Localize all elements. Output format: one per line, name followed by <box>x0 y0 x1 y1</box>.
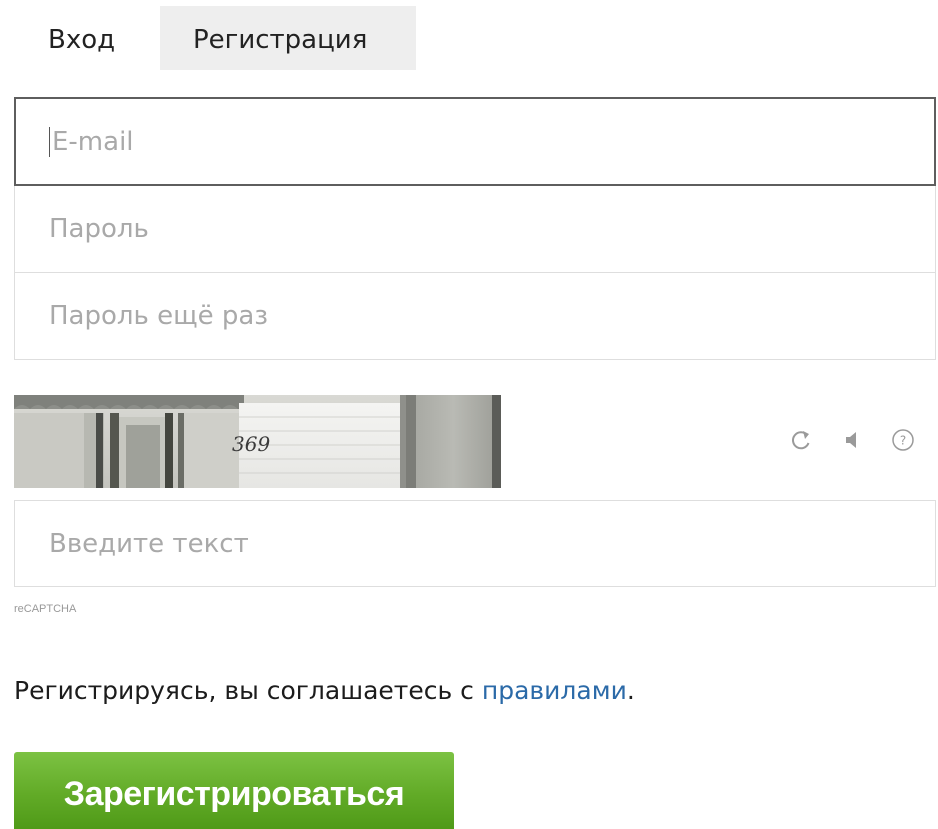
recaptcha-label: reCAPTCHA <box>14 603 77 615</box>
email-field[interactable]: E-mail <box>14 97 936 186</box>
captcha-input[interactable]: Введите текст <box>14 500 936 587</box>
auth-tabs: Вход Регистрация <box>0 0 938 70</box>
captcha-input-placeholder: Введите текст <box>49 528 249 559</box>
captcha-number: 369 <box>232 432 270 456</box>
agreement-text: Регистрируясь, вы соглашаетесь с правила… <box>14 676 635 705</box>
tab-register[interactable]: Регистрация <box>160 6 416 70</box>
help-icon[interactable]: ? <box>888 422 918 458</box>
tab-login[interactable]: Вход <box>34 6 154 70</box>
captcha-controls: ? <box>780 422 930 458</box>
register-button[interactable]: Зарегистрироваться <box>14 752 454 829</box>
password-field[interactable]: Пароль <box>14 185 936 273</box>
agreement-suffix: . <box>626 676 635 705</box>
rules-link[interactable]: правилами <box>482 676 627 705</box>
password-repeat-placeholder: Пароль ещё раз <box>49 301 269 331</box>
agreement-prefix: Регистрируясь, вы соглашаетесь с <box>14 676 474 705</box>
refresh-icon[interactable] <box>786 422 816 458</box>
password-placeholder: Пароль <box>49 214 149 244</box>
text-cursor <box>49 126 50 157</box>
svg-text:?: ? <box>900 434 906 448</box>
captcha-image: 369 <box>14 395 501 488</box>
audio-icon[interactable] <box>838 422 868 458</box>
password-repeat-field[interactable]: Пароль ещё раз <box>14 272 936 360</box>
email-placeholder: E-mail <box>52 126 134 157</box>
